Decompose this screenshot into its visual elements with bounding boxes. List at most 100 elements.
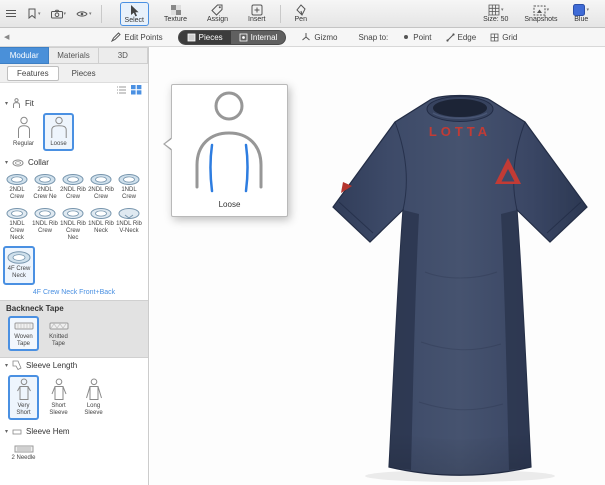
internal-segment[interactable]: Internal <box>231 31 286 44</box>
person-sleeve-icon <box>49 378 69 402</box>
section-title: Sleeve Length <box>26 361 77 370</box>
list-view-icon[interactable] <box>116 85 127 95</box>
pieces-segment[interactable]: Pieces <box>179 31 231 44</box>
edge-icon <box>446 33 455 42</box>
tool-label: Pen <box>295 16 307 23</box>
collar-front-back-link[interactable]: 4F Crew Neck Front+Back <box>0 289 148 296</box>
sleeve-option-short[interactable]: Short Sleeve <box>43 375 74 420</box>
collar-option[interactable]: 2NDL Rib Crew <box>59 172 87 202</box>
sleeve-option-long[interactable]: Long Sleeve <box>78 375 109 420</box>
fit-option-regular[interactable]: Regular <box>8 113 39 151</box>
section-header-sleeve-length[interactable]: ▾ Sleeve Length <box>0 358 148 373</box>
collar-option[interactable]: 2NDL Rib Crew <box>87 172 115 202</box>
collar-option[interactable]: 1NDL Crew Neck <box>3 206 31 244</box>
item-label: Loose <box>50 141 66 148</box>
item-label: 1NDL Rib Crew <box>32 221 58 235</box>
cursor-icon <box>129 4 140 17</box>
collapse-arrow-icon: ▾ <box>5 100 8 107</box>
left-sidebar: Modular Materials 3D Features Pieces ▾ F… <box>0 47 149 485</box>
collapse-arrow-icon: ▾ <box>5 159 8 166</box>
select-tool-button[interactable]: Select <box>120 2 149 26</box>
collar-option[interactable]: 2NDL Crew Ne <box>31 172 59 202</box>
collar-icon <box>117 207 141 220</box>
grid-size-icon: ▾ <box>488 4 504 16</box>
section-title: Backneck Tape <box>0 304 148 313</box>
pen-icon <box>295 4 307 16</box>
item-label: 1NDL Rib Neck <box>88 221 114 235</box>
tape-icon <box>48 319 70 333</box>
bookmark-icon[interactable]: ▾ <box>27 8 41 19</box>
fit-section-icon <box>12 98 21 109</box>
section-header-fit[interactable]: ▾ Fit <box>0 96 148 111</box>
collapse-arrow-icon: ▾ <box>5 428 8 435</box>
collar-option-selected[interactable]: 4F Crew Neck <box>3 246 35 284</box>
assign-tool-button[interactable]: Assign <box>202 2 233 25</box>
backneck-option-knitted[interactable]: Knitted Tape <box>43 316 74 351</box>
pencil-icon <box>111 32 121 42</box>
backneck-items: Woven Tape Knitted Tape <box>0 314 148 355</box>
hem-option-2-needle[interactable]: 2 Needle <box>8 441 39 465</box>
chevron-down-icon: ▾ <box>547 7 550 13</box>
subtab-features[interactable]: Features <box>7 66 59 81</box>
gizmo-axes-icon <box>301 32 311 42</box>
section-header-collar[interactable]: ▾ Collar <box>0 155 148 170</box>
pieces-internal-toggle: Pieces Internal <box>178 30 287 45</box>
collar-option[interactable]: 1NDL Crew <box>115 172 143 202</box>
sleeve-option-very-short[interactable]: Very Short <box>8 375 39 420</box>
edit-points-button[interactable]: Edit Points <box>111 32 162 42</box>
tab-materials[interactable]: Materials <box>49 47 98 64</box>
snapshots-label: Snapshots <box>524 16 557 23</box>
visibility-icon[interactable]: ▾ <box>76 10 92 18</box>
snap-grid-label: Grid <box>502 33 517 42</box>
collapse-panel-icon[interactable]: ◀ <box>4 33 9 41</box>
snap-point-button[interactable]: Point <box>402 33 431 42</box>
tshirt-render: LOTTA <box>325 92 595 484</box>
tool-label: Assign <box>207 16 228 23</box>
tab-3d[interactable]: 3D <box>99 47 148 64</box>
colorway-control[interactable]: ▾ Blue <box>573 4 589 23</box>
pieces-icon <box>187 33 196 42</box>
snap-edge-button[interactable]: Edge <box>446 33 477 42</box>
menu-icon[interactable] <box>5 9 17 18</box>
item-label: Woven Tape <box>10 334 37 348</box>
toolbar-separator <box>280 5 281 23</box>
collar-option[interactable]: 1NDL Rib Neck <box>87 206 115 244</box>
insert-tool-button[interactable]: Insert <box>243 2 271 25</box>
tool-label: Select <box>125 17 144 24</box>
item-label: 1NDL Rib Crew Nec <box>60 221 86 243</box>
tab-modular[interactable]: Modular <box>0 47 49 64</box>
item-label: Very Short <box>10 403 37 417</box>
toolbar-separator <box>101 5 102 23</box>
collar-option[interactable]: 1NDL Rib Crew <box>31 206 59 244</box>
size-control[interactable]: ▾ Size: 50 <box>483 4 508 23</box>
gizmo-button[interactable]: Gizmo <box>301 32 337 42</box>
collar-items: 2NDL Crew 2NDL Crew Ne 2NDL Rib Crew 2ND… <box>0 170 148 286</box>
collar-option[interactable]: 1NDL Rib V-Neck <box>115 206 143 244</box>
camera-icon[interactable]: ▾ <box>51 9 67 19</box>
tape-icon <box>13 319 35 333</box>
pen-tool-button[interactable]: Pen <box>290 2 312 25</box>
snap-grid-button[interactable]: Grid <box>490 33 517 42</box>
snapshots-control[interactable]: ▾ Snapshots <box>524 5 557 23</box>
snap-edge-label: Edge <box>458 33 477 42</box>
collar-icon <box>5 207 29 220</box>
section-header-sleeve-hem[interactable]: ▾ Sleeve Hem <box>0 424 148 439</box>
shirt-brand-text: LOTTA <box>429 124 491 139</box>
view-toggle <box>0 83 148 96</box>
hem-icon <box>13 444 35 454</box>
subtab-pieces[interactable]: Pieces <box>62 66 106 81</box>
backneck-option-woven[interactable]: Woven Tape <box>8 316 39 351</box>
chevron-down-icon: ▾ <box>501 7 504 13</box>
collar-option[interactable]: 2NDL Crew <box>3 172 31 202</box>
collar-icon <box>33 173 57 186</box>
chevron-down-icon: ▾ <box>89 11 92 17</box>
top-toolbar: ▾ ▾ ▾ Select Texture Assign Insert <box>0 0 605 28</box>
checkerboard-icon <box>170 4 182 16</box>
fit-option-loose[interactable]: Loose <box>43 113 74 151</box>
person-sleeve-icon <box>84 378 104 402</box>
fit-preview-figure <box>172 85 289 195</box>
item-label: 2NDL Rib Crew <box>60 187 86 201</box>
grid-view-icon[interactable] <box>131 85 142 95</box>
texture-tool-button[interactable]: Texture <box>159 2 192 25</box>
collar-option[interactable]: 1NDL Rib Crew Nec <box>59 206 87 244</box>
